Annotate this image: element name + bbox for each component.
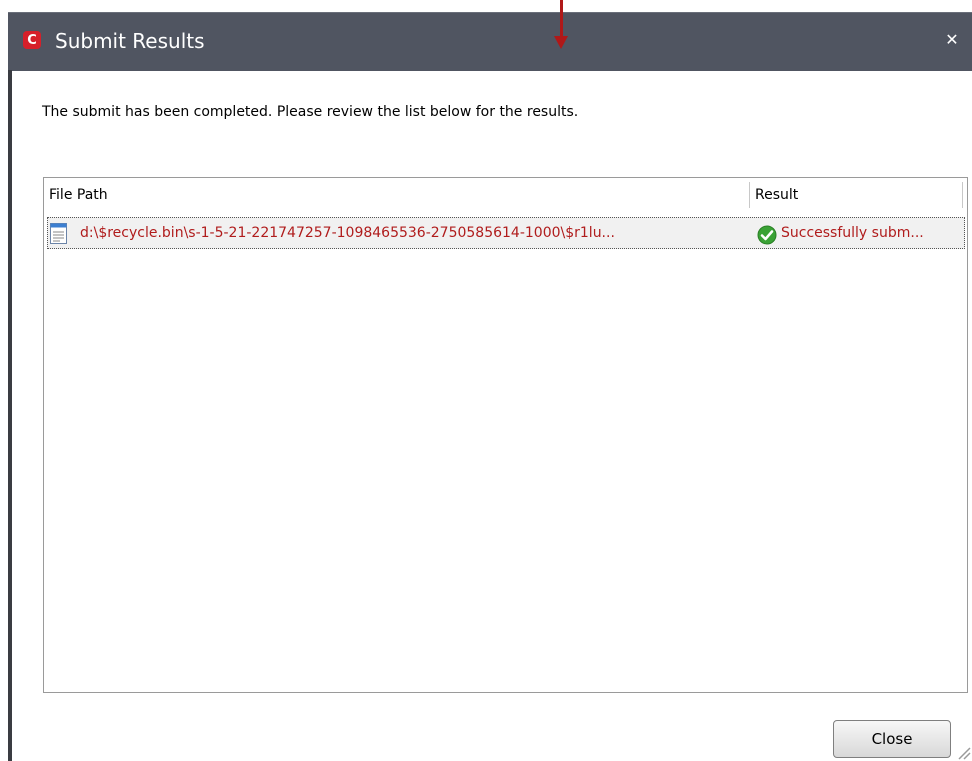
app-icon-letter: C: [27, 32, 37, 48]
column-header-result[interactable]: Result: [755, 187, 798, 203]
title-bar[interactable]: C Submit Results ✕: [8, 12, 972, 71]
window-left-border: [8, 70, 12, 761]
column-separator[interactable]: [962, 182, 963, 208]
resize-grip-icon[interactable]: [955, 744, 971, 760]
results-table[interactable]: File Path Result d:\$recycle.bin\s-1-5-2…: [43, 177, 968, 693]
column-header-file-path[interactable]: File Path: [49, 187, 108, 203]
completion-message: The submit has been completed. Please re…: [42, 104, 579, 120]
submit-results-dialog: C Submit Results ✕ The submit has been c…: [8, 12, 972, 761]
column-separator[interactable]: [749, 182, 750, 208]
annotation-arrow-head-icon: [554, 36, 568, 49]
file-path-cell: d:\$recycle.bin\s-1-5-21-221747257-10984…: [80, 225, 615, 241]
result-cell: Successfully subm...: [781, 225, 924, 241]
close-button[interactable]: Close: [833, 720, 951, 758]
close-icon[interactable]: ✕: [942, 30, 962, 50]
comodo-logo-icon: C: [23, 31, 41, 49]
check-icon: [757, 225, 777, 245]
table-header: File Path Result: [44, 178, 967, 212]
file-icon: [50, 223, 67, 244]
annotation-arrow-line: [560, 0, 563, 36]
dialog-title: Submit Results: [55, 29, 205, 53]
table-row[interactable]: d:\$recycle.bin\s-1-5-21-221747257-10984…: [47, 217, 965, 249]
